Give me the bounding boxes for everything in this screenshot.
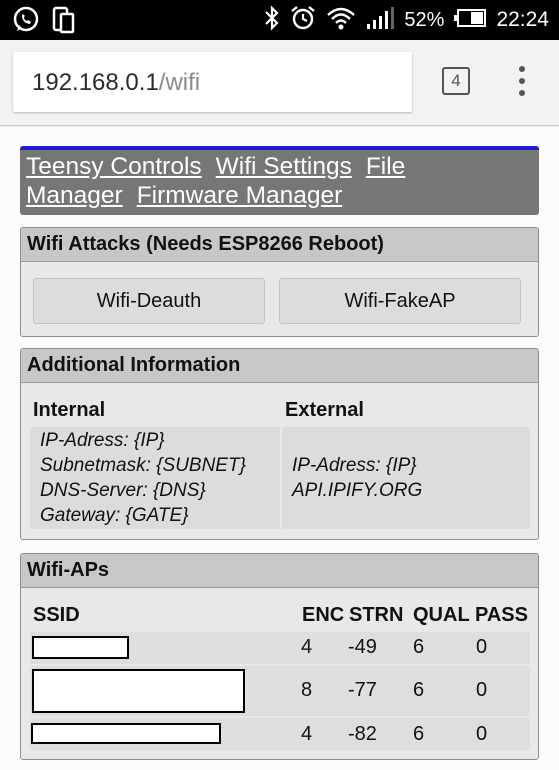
aps-title: Wifi-APs <box>21 554 538 588</box>
attacks-panel: Wifi Attacks (Needs ESP8266 Reboot) Wifi… <box>20 227 539 337</box>
info-title: Additional Information <box>21 349 538 383</box>
tab-switcher-button[interactable]: 4 <box>442 67 470 95</box>
col-qual: QUAL <box>413 604 470 626</box>
browser-toolbar: 192.168.0.1/wifi 4 <box>0 40 559 126</box>
url-text[interactable]: 192.168.0.1/wifi <box>32 69 200 97</box>
bluetooth-icon <box>264 5 280 35</box>
ap-row[interactable]: 4 -82 6 0 <box>30 718 530 750</box>
ssid-redacted <box>31 723 221 744</box>
alarm-icon <box>290 5 316 35</box>
page-content: Teensy Controls Wifi Settings File Manager… <box>0 127 559 770</box>
status-bar: 52% 22:24 <box>0 0 559 40</box>
col-ssid: SSID <box>33 604 80 626</box>
external-api: API.IPIFY.ORG <box>292 480 423 501</box>
ssid-redacted <box>32 669 245 713</box>
ap-enc: 8 <box>301 679 313 701</box>
col-pass: PASS <box>475 604 528 626</box>
nav-link-firmware-manager[interactable]: Firmware Manager <box>137 182 343 209</box>
ap-enc: 4 <box>301 723 313 745</box>
ap-strn: -82 <box>348 723 377 745</box>
attacks-title: Wifi Attacks (Needs ESP8266 Reboot) <box>21 228 538 262</box>
ap-pass: 0 <box>476 636 488 658</box>
external-header: External <box>285 399 364 421</box>
ap-strn: -49 <box>348 636 377 658</box>
internal-subnet: Subnetmask: {SUBNET} <box>40 455 246 476</box>
address-bar[interactable]: 192.168.0.1/wifi <box>13 52 412 112</box>
col-strn: STRN <box>349 604 404 626</box>
internal-ip: IP-Adress: {IP} <box>40 430 165 451</box>
ap-qual: 6 <box>413 636 425 658</box>
col-enc: ENC <box>302 604 345 626</box>
url-host: 192.168.0.1 <box>32 69 159 96</box>
aps-panel: Wifi-APs SSID ENC STRN QUAL PASS 4 -49 6… <box>20 553 539 760</box>
ap-pass: 0 <box>476 723 488 745</box>
battery-icon <box>454 9 487 31</box>
ap-row[interactable]: 8 -77 6 0 <box>30 666 530 716</box>
battery-percent: 52% <box>404 8 445 31</box>
ssid-redacted <box>32 636 129 659</box>
nav-link-wifi-settings[interactable]: Wifi Settings <box>216 153 352 180</box>
ap-strn: -77 <box>348 679 377 701</box>
ap-enc: 4 <box>301 636 313 658</box>
ap-qual: 6 <box>413 723 425 745</box>
info-panel: Additional Information Internal External… <box>20 348 539 540</box>
overflow-menu-icon[interactable] <box>514 66 530 98</box>
ap-row[interactable]: 4 -49 6 0 <box>30 632 530 664</box>
top-nav: Teensy Controls Wifi Settings File Manager… <box>20 146 539 215</box>
tab-count: 4 <box>451 71 461 90</box>
whatsapp-icon <box>12 6 40 38</box>
internal-dns: DNS-Server: {DNS} <box>40 480 206 501</box>
phone-device-icon <box>52 6 76 38</box>
internal-gateway: Gateway: {GATE} <box>40 505 189 526</box>
internal-info-cell: IP-Adress: {IP} Subnetmask: {SUBNET} DNS… <box>30 427 280 529</box>
wifi-fakeap-button[interactable]: Wifi-FakeAP <box>279 278 521 324</box>
external-info-cell: IP-Adress: {IP} API.IPIFY.ORG <box>282 427 530 529</box>
wifi-icon <box>326 5 356 35</box>
ap-pass: 0 <box>476 679 488 701</box>
url-path: /wifi <box>158 69 201 96</box>
signal-icon <box>366 6 395 34</box>
wifi-deauth-button[interactable]: Wifi-Deauth <box>33 278 265 324</box>
clock: 22:24 <box>496 8 549 31</box>
internal-header: Internal <box>33 399 106 421</box>
external-ip: IP-Adress: {IP} <box>292 455 417 476</box>
nav-link-teensy-controls[interactable]: Teensy Controls <box>26 153 202 180</box>
ap-qual: 6 <box>413 679 425 701</box>
